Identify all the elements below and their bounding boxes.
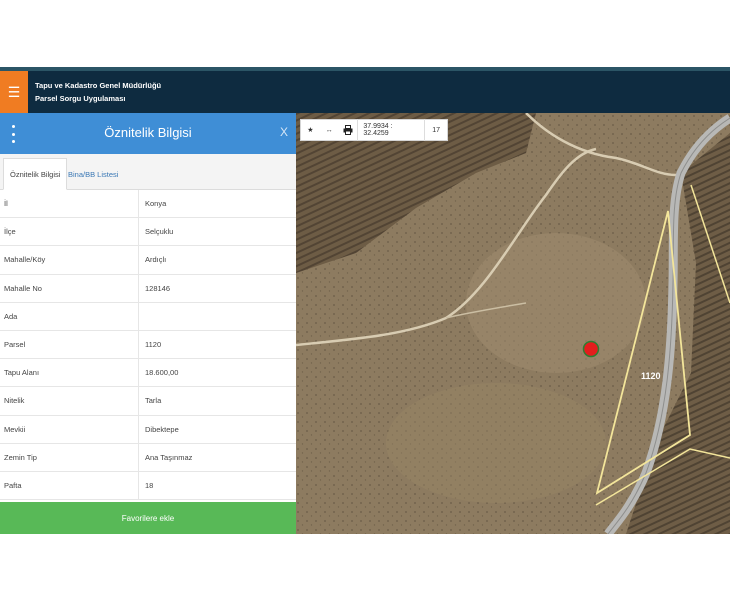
row-key: Mahalle/Köy bbox=[0, 246, 139, 274]
star-icon: ★ bbox=[307, 127, 314, 134]
zoom-level: 17 bbox=[432, 126, 441, 134]
location-marker[interactable] bbox=[582, 340, 600, 358]
table-row: Zemin Tip Ana Taşınmaz bbox=[0, 443, 296, 472]
table-row: Mahalle No 128146 bbox=[0, 274, 296, 303]
table-row: Mahalle/Köy Ardıçlı bbox=[0, 246, 296, 275]
brand: Tapu ve Kadastro Genel Müdürlüğü Parsel … bbox=[35, 79, 161, 105]
panel-header: Öznitelik Bilgisi X bbox=[0, 113, 296, 154]
row-value: Tarla bbox=[145, 396, 162, 406]
app-header: ☰ Tapu ve Kadastro Genel Müdürlüğü Parse… bbox=[0, 71, 730, 113]
brand-subtitle: Parsel Sorgu Uygulaması bbox=[35, 94, 126, 103]
row-key: Tapu Alanı bbox=[0, 359, 139, 387]
table-row: İl Konya bbox=[0, 190, 296, 219]
hamburger-icon: ☰ bbox=[7, 83, 21, 100]
table-row: Tapu Alanı 18.600,00 bbox=[0, 359, 296, 388]
row-key: Pafta bbox=[0, 471, 139, 500]
row-key: Ada bbox=[0, 302, 139, 330]
row-value: Dibektepe bbox=[145, 424, 179, 434]
row-value: Ana Taşınmaz bbox=[145, 452, 193, 462]
tab-attribute-info[interactable]: Öznitelik Bilgisi bbox=[3, 158, 68, 190]
kebab-dot-icon bbox=[11, 140, 15, 143]
tab-building-list[interactable]: Bina/BB Listesi bbox=[62, 158, 124, 190]
table-row: Mevkii Dibektepe bbox=[0, 415, 296, 444]
measure-button[interactable]: ↔ bbox=[320, 119, 339, 141]
coordinate-readout: 37.9934 : 32.4259 bbox=[357, 119, 426, 141]
favorite-button[interactable]: ★ bbox=[301, 119, 320, 141]
table-row: Pafta 18 bbox=[0, 471, 296, 501]
satellite-map bbox=[296, 113, 730, 534]
table-row: Nitelik Tarla bbox=[0, 387, 296, 416]
row-value bbox=[139, 303, 296, 330]
row-key: İl bbox=[0, 190, 139, 218]
table-row: İlçe Selçuklu bbox=[0, 218, 296, 247]
row-key: Mahalle No bbox=[0, 274, 139, 302]
measure-icon: ↔ bbox=[325, 126, 333, 134]
row-key: Zemin Tip bbox=[0, 443, 139, 471]
attribute-panel: Öznitelik Bilgisi X Öznitelik Bilgisi Bi… bbox=[0, 113, 296, 534]
map-toolbar: ★ ↔ 37.9934 : 32.4259 17 bbox=[300, 119, 448, 141]
panel-title: Öznitelik Bilgisi bbox=[104, 125, 192, 140]
close-button[interactable]: X bbox=[280, 125, 288, 139]
menu-button[interactable]: ☰ bbox=[0, 71, 28, 113]
row-key: İlçe bbox=[0, 218, 139, 246]
print-icon bbox=[343, 125, 353, 135]
row-key: Parsel bbox=[0, 330, 139, 359]
add-to-favorites-button[interactable]: Favorilere ekle bbox=[0, 502, 296, 534]
table-row: Parsel 1120 bbox=[0, 330, 296, 360]
row-key: Nitelik bbox=[0, 387, 139, 415]
row-value: 128146 bbox=[145, 283, 171, 293]
row-key: Mevkii bbox=[0, 415, 139, 443]
attribute-table: İl Konya İlçe Selçuklu Mahalle/Köy Ardıçlı … bbox=[0, 190, 296, 501]
table-row: Ada bbox=[0, 302, 296, 331]
panel-tabs: Öznitelik Bilgisi Bina/BB Listesi bbox=[0, 154, 296, 190]
brand-title: Tapu ve Kadastro Genel Müdürlüğü bbox=[35, 81, 162, 90]
row-value: 18.600,00 bbox=[145, 368, 179, 378]
map-view[interactable]: 1120 bbox=[296, 113, 730, 534]
row-value: Selçuklu bbox=[145, 227, 174, 237]
print-button[interactable] bbox=[339, 119, 358, 141]
row-value: Ardıçlı bbox=[145, 255, 167, 265]
row-value: 1120 bbox=[145, 340, 162, 350]
row-value: Konya bbox=[145, 199, 167, 209]
parcel-label: 1120 bbox=[641, 371, 661, 381]
row-value: 18 bbox=[145, 480, 154, 490]
